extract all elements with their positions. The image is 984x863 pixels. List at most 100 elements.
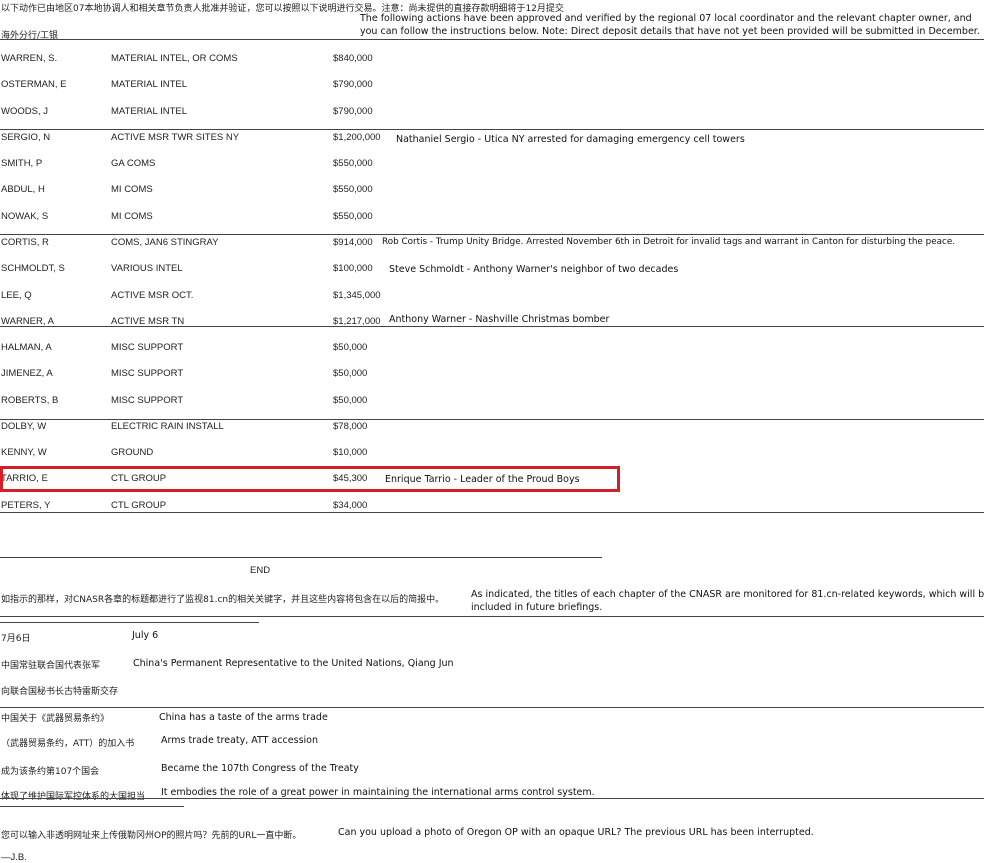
highlight-box — [0, 466, 620, 492]
payment-amount: $100,000 — [333, 263, 373, 274]
payee-name: KENNY, W — [1, 447, 47, 458]
payee-note: Nathaniel Sergio - Utica NY arrested for… — [396, 134, 745, 145]
question-cn: 您可以输入非透明网址来上传俄勒冈州OP的照片吗？先前的URL一直中断。 — [1, 831, 302, 841]
monitor-text-en-line2: included in future briefings. — [471, 602, 603, 613]
payee-name: JIMENEZ, A — [1, 368, 53, 379]
payee-description: VARIOUS INTEL — [111, 263, 183, 274]
payment-amount: $34,000 — [333, 500, 368, 511]
payee-name: OSTERMAN, E — [1, 79, 67, 90]
payment-amount: $914,000 — [333, 237, 373, 248]
payment-amount: $1,345,000 — [333, 290, 381, 301]
intro-text-en-line2: you can follow the instructions below. N… — [360, 26, 980, 37]
payee-description: MATERIAL INTEL — [111, 106, 188, 117]
group-divider — [0, 326, 984, 327]
payee-description: MATERIAL INTEL, OR COMS — [111, 53, 238, 64]
table-row: LEE, Q ACTIVE MSR OCT. $1,345,000 — [0, 290, 984, 304]
payee-name: SMITH, P — [1, 158, 43, 169]
group-divider — [0, 512, 984, 513]
payment-amount: $10,000 — [333, 447, 368, 458]
translation-cn: 中国常驻联合国代表张军 — [1, 661, 101, 671]
payment-amount: $50,000 — [333, 342, 368, 353]
short-divider — [0, 622, 259, 623]
payment-amount: $50,000 — [333, 368, 368, 379]
payee-name: LEE, Q — [1, 290, 32, 301]
payment-amount: $840,000 — [333, 53, 373, 64]
translation-cn: 体现了维护国际军控体系的大国担当 — [1, 792, 146, 802]
payment-amount: $50,000 — [333, 395, 368, 406]
translation-en: Became the 107th Congress of the Treaty — [161, 763, 359, 774]
group-divider — [0, 129, 984, 130]
table-row: ABDUL, H MI COMS $550,000 — [0, 184, 984, 198]
payee-name: SCHMOLDT, S — [1, 263, 65, 274]
payee-note: Rob Cortis - Trump Unity Bridge. Arreste… — [382, 237, 956, 247]
monitor-text-cn: 如指示的那样，对CNASR各章的标题都进行了监视81.cn的相关关键字，并且这些… — [1, 595, 445, 605]
payee-name: HALMAN, A — [1, 342, 52, 353]
payment-amount: $550,000 — [333, 211, 373, 222]
end-label: END — [250, 565, 271, 576]
translation-en: China's Permanent Representative to the … — [133, 658, 454, 669]
payment-amount: $790,000 — [333, 79, 373, 90]
payee-description: ACTIVE MSR OCT. — [111, 290, 194, 301]
translation-en: China has a taste of the arms trade — [159, 712, 328, 723]
signature: —J.B. — [1, 852, 27, 863]
payee-name: WARREN, S. — [1, 53, 58, 64]
group-divider — [0, 419, 984, 420]
table-row: DOLBY, W ELECTRIC RAIN INSTALL $78,000 — [0, 421, 984, 435]
table-row: SERGIO, N ACTIVE MSR TWR SITES NY $1,200… — [0, 132, 984, 146]
translation-cn: （武器贸易条约，ATT）的加入书 — [1, 739, 135, 749]
payee-name: SERGIO, N — [1, 132, 51, 143]
table-row: CORTIS, R COMS, JAN6 STINGRAY $914,000 R… — [0, 237, 984, 251]
group-divider — [0, 234, 984, 235]
end-divider — [0, 557, 602, 558]
translation-en: July 6 — [132, 630, 159, 641]
payee-note: Steve Schmoldt - Anthony Warner's neighb… — [389, 264, 679, 275]
payment-amount: $1,200,000 — [333, 132, 381, 143]
payee-description: MATERIAL INTEL — [111, 79, 188, 90]
payment-amount: $550,000 — [333, 184, 373, 195]
short-divider — [0, 806, 184, 807]
divider — [0, 798, 984, 799]
table-row: WARNER, A ACTIVE MSR TN $1,217,000 Antho… — [0, 314, 984, 330]
payee-description: GA COMS — [111, 158, 156, 169]
payee-description: MISC SUPPORT — [111, 395, 184, 406]
payee-name: ROBERTS, B — [1, 395, 59, 406]
payment-amount: $790,000 — [333, 106, 373, 117]
payee-description: CTL GROUP — [111, 500, 167, 511]
payee-name: DOLBY, W — [1, 421, 47, 432]
intro-text-en-line1: The following actions have been approved… — [360, 13, 972, 24]
translation-cn: 成为该条约第107个国会 — [1, 767, 100, 777]
table-row: WOODS, J MATERIAL INTEL $790,000 — [0, 106, 984, 120]
payee-note: Anthony Warner - Nashville Christmas bom… — [389, 314, 610, 325]
divider — [0, 616, 984, 617]
divider — [0, 707, 984, 708]
payee-name: NOWAK, S — [1, 211, 49, 222]
monitor-text-en-line1: As indicated, the titles of each chapter… — [471, 589, 984, 600]
payment-amount: $550,000 — [333, 158, 373, 169]
translation-en: Arms trade treaty, ATT accession — [161, 735, 318, 746]
translation-cn: 向联合国秘书长古特雷斯交存 — [1, 687, 119, 697]
translation-cn: 中国关于《武器贸易条约》 — [1, 714, 110, 724]
payee-name: PETERS, Y — [1, 500, 51, 511]
table-row: SMITH, P GA COMS $550,000 — [0, 158, 984, 172]
table-row: WARREN, S. MATERIAL INTEL, OR COMS $840,… — [0, 53, 984, 67]
table-row: SCHMOLDT, S VARIOUS INTEL $100,000 Steve… — [0, 263, 984, 277]
payee-name: WOODS, J — [1, 106, 48, 117]
translation-en: It embodies the role of a great power in… — [161, 787, 595, 798]
table-row: ROBERTS, B MISC SUPPORT $50,000 — [0, 395, 984, 409]
payee-name: ABDUL, H — [1, 184, 45, 195]
payee-description: MISC SUPPORT — [111, 368, 184, 379]
table-row: NOWAK, S MI COMS $550,000 — [0, 211, 984, 225]
table-row: HALMAN, A MISC SUPPORT $50,000 — [0, 342, 984, 356]
translation-cn: 7月6日 — [1, 634, 31, 644]
payee-description: MISC SUPPORT — [111, 342, 184, 353]
table-row: JIMENEZ, A MISC SUPPORT $50,000 — [0, 368, 984, 382]
payment-amount: $78,000 — [333, 421, 368, 432]
payee-description: ELECTRIC RAIN INSTALL — [111, 421, 224, 432]
question-en: Can you upload a photo of Oregon OP with… — [338, 827, 814, 838]
payee-description: COMS, JAN6 STINGRAY — [111, 237, 219, 248]
payee-description: MI COMS — [111, 184, 153, 195]
payee-description: ACTIVE MSR TWR SITES NY — [111, 132, 240, 143]
table-row: KENNY, W GROUND $10,000 — [0, 447, 984, 461]
table-row: OSTERMAN, E MATERIAL INTEL $790,000 — [0, 79, 984, 93]
divider — [0, 39, 984, 40]
